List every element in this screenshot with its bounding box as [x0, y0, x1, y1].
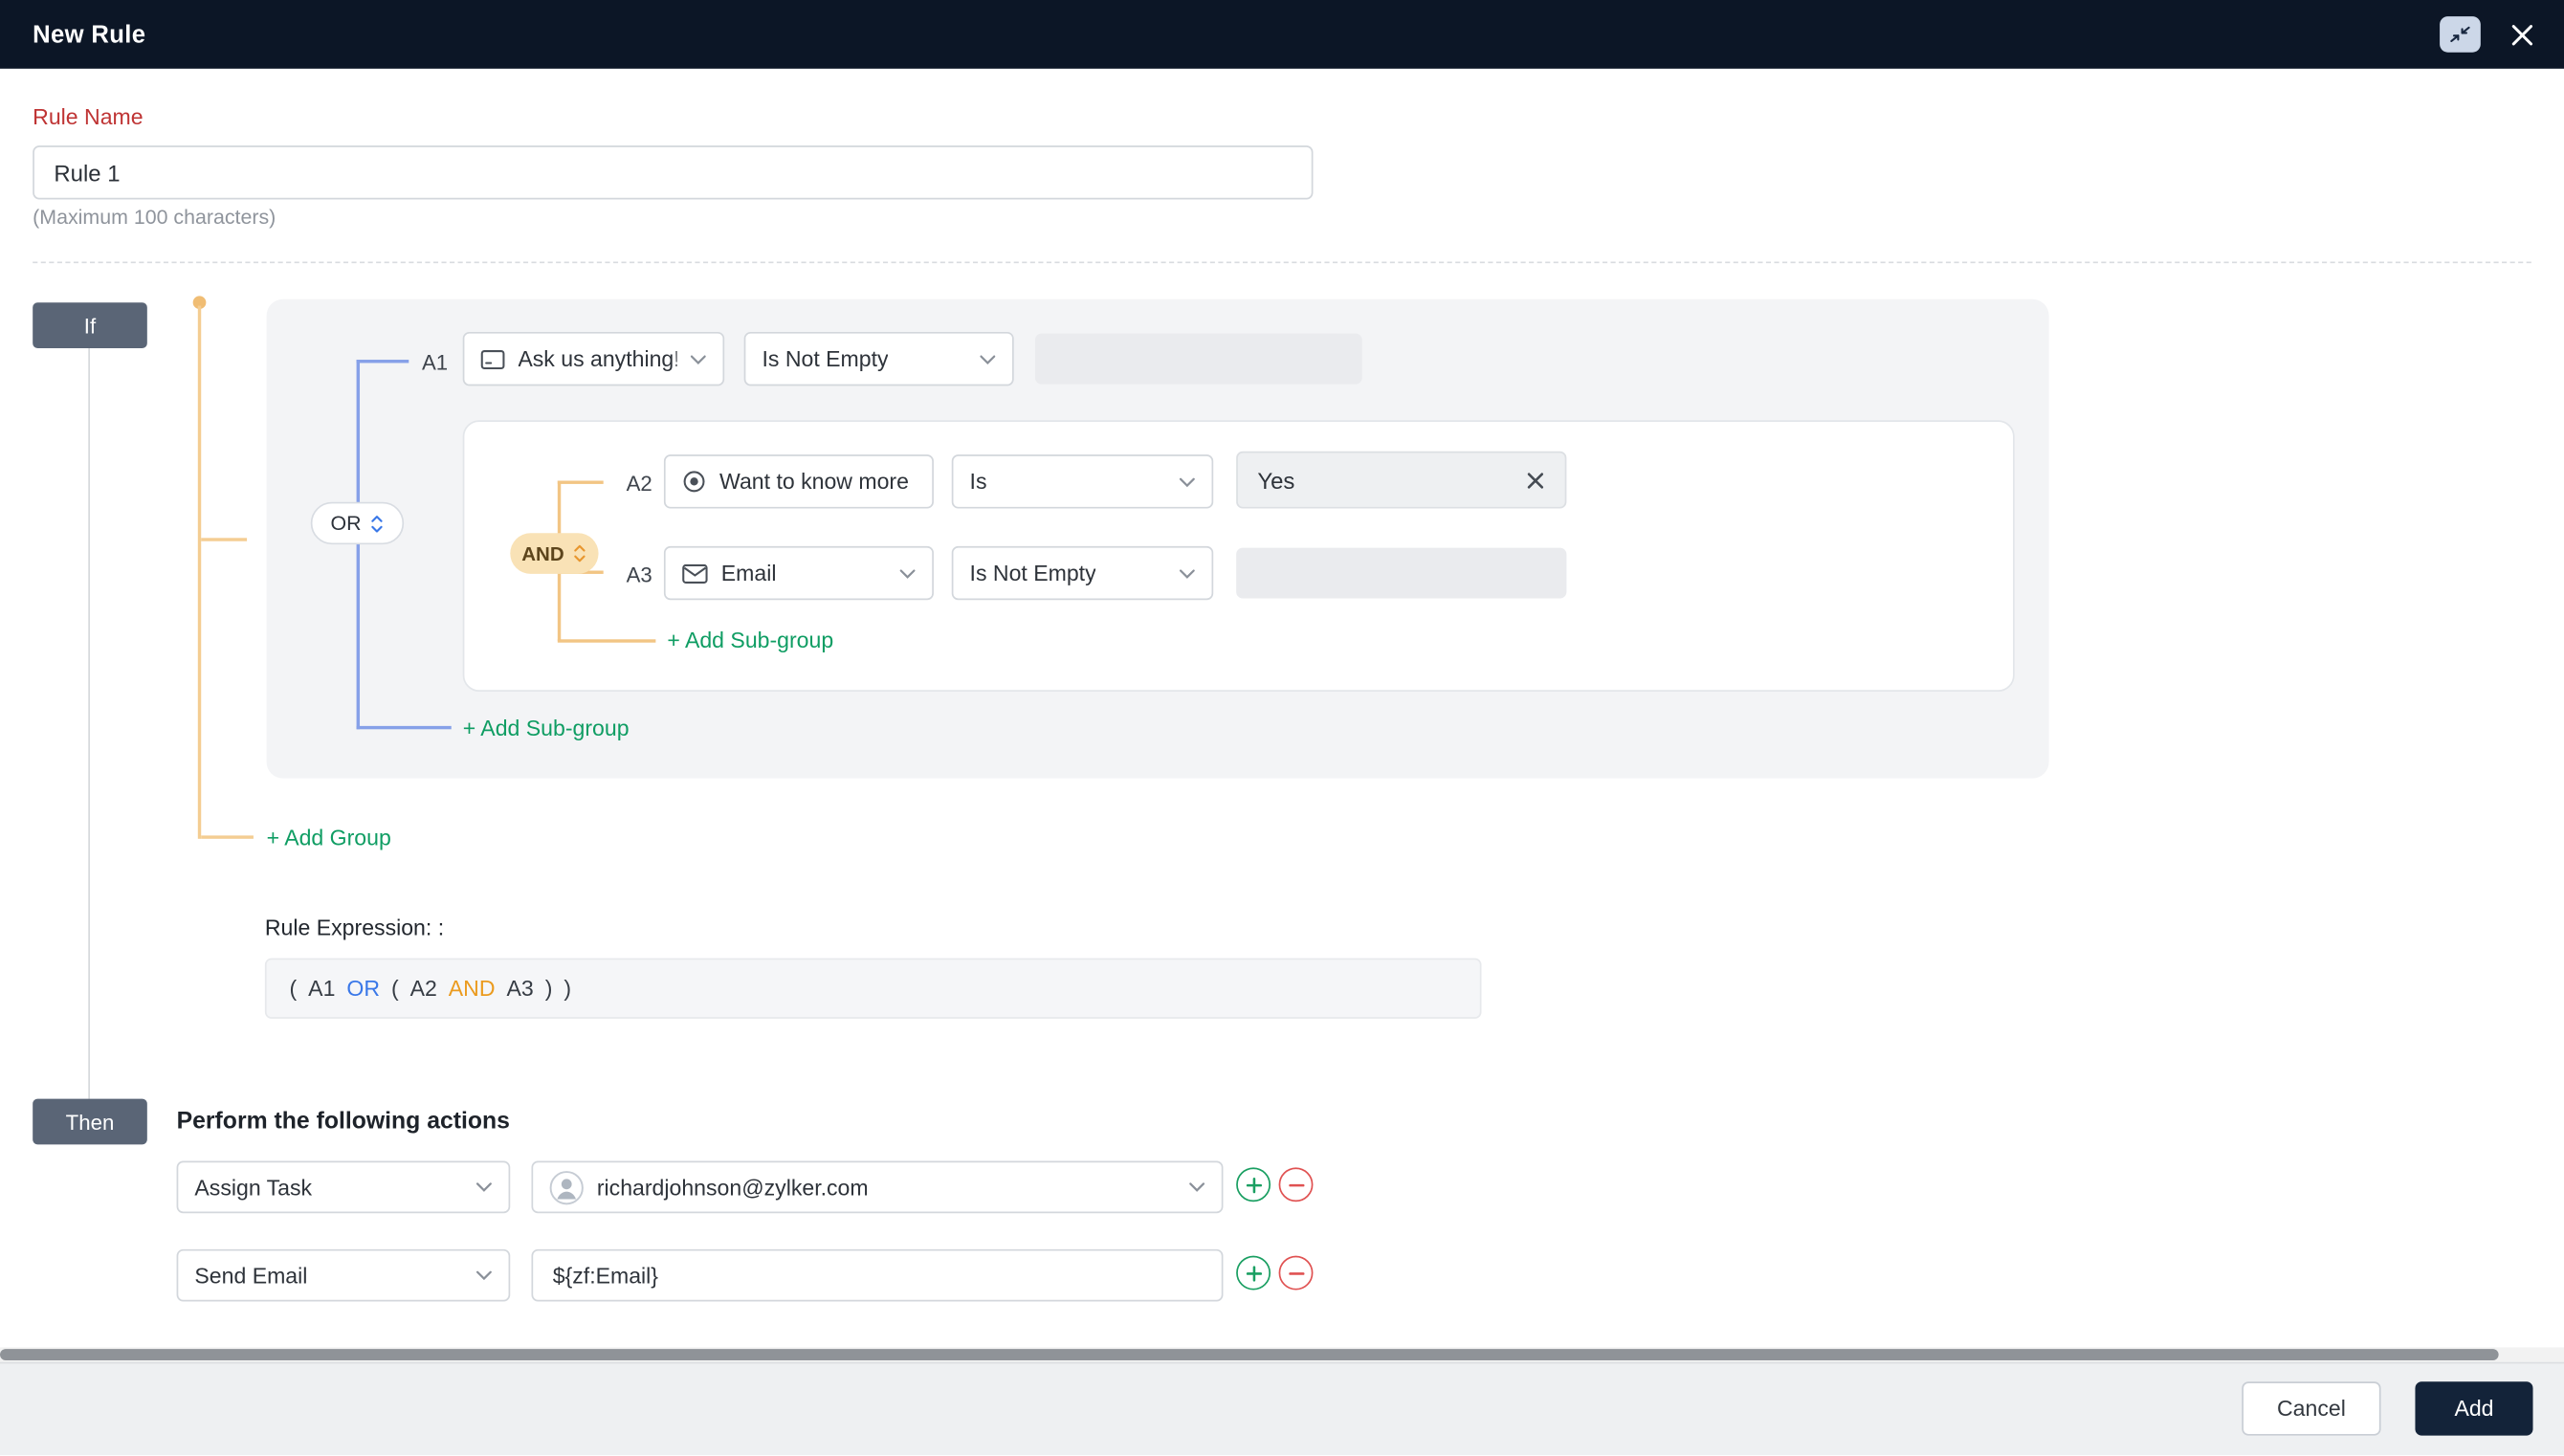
or-operator-toggle[interactable]: OR	[310, 501, 405, 545]
sort-arrows-icon	[371, 515, 383, 532]
action-type-select-1[interactable]: Assign Task	[176, 1160, 511, 1214]
send-email-value-input[interactable]	[531, 1248, 1224, 1302]
expr-token: A3	[506, 976, 534, 1002]
expr-token: (	[289, 976, 298, 1002]
condition-select-a3[interactable]: Is Not Empty	[951, 545, 1214, 601]
rule-name-hint: (Maximum 100 characters)	[33, 206, 276, 230]
expr-token: A1	[308, 976, 336, 1002]
section-divider	[33, 261, 2531, 264]
condition-select-a3-label: Is Not Empty	[969, 561, 1096, 585]
dialog-header-actions	[2440, 16, 2534, 53]
field-select-a1-label: Ask us anything!	[518, 346, 677, 371]
condition-group-panel: A1 Ask us anything! Is Not Empty OR A2 W…	[266, 298, 2049, 779]
chevron-down-icon	[475, 1182, 492, 1192]
group-bracket-line	[197, 305, 202, 839]
condition-select-a1[interactable]: Is Not Empty	[743, 331, 1014, 386]
expr-token: A2	[409, 976, 437, 1002]
chevron-down-icon	[690, 354, 706, 364]
then-badge: Then	[33, 1098, 147, 1145]
add-group-link[interactable]: + Add Group	[267, 826, 391, 850]
or-bracket-stub	[356, 725, 452, 730]
add-action-button[interactable]	[1236, 1167, 1271, 1202]
chevron-down-icon	[899, 568, 916, 579]
field-select-a1[interactable]: Ask us anything!	[462, 331, 725, 386]
field-select-a2[interactable]: Want to know more	[663, 454, 934, 509]
if-then-connector-line	[88, 348, 91, 1099]
sort-arrows-icon	[574, 544, 586, 563]
expr-token: )	[564, 976, 572, 1002]
rule-name-input[interactable]	[33, 145, 1314, 200]
group-bracket-stub	[201, 835, 254, 839]
radio-icon	[683, 471, 705, 493]
assignee-value: richardjohnson@zylker.com	[596, 1175, 869, 1200]
condition-select-a1-label: Is Not Empty	[762, 346, 889, 371]
actions-heading: Perform the following actions	[176, 1108, 510, 1136]
rule-name-label: Rule Name	[33, 104, 144, 130]
rule-expression-label: Rule Expression: :	[264, 916, 445, 940]
add-button[interactable]: Add	[2415, 1381, 2533, 1436]
condition-select-a2-label: Is	[969, 469, 987, 495]
condition-row-id: A1	[421, 349, 449, 375]
avatar-icon	[549, 1170, 584, 1204]
text-field-icon	[480, 349, 505, 369]
minus-icon	[1288, 1271, 1304, 1274]
remove-action-button[interactable]	[1278, 1167, 1314, 1202]
value-input-a3	[1236, 547, 1567, 599]
action-type-2-label: Send Email	[194, 1263, 308, 1288]
expr-token-and: AND	[448, 976, 496, 1002]
if-badge: If	[33, 302, 147, 349]
action-type-select-2[interactable]: Send Email	[176, 1248, 511, 1302]
remove-value-icon	[1527, 472, 1544, 488]
minus-icon	[1288, 1183, 1304, 1186]
close-dialog-button[interactable]	[2510, 22, 2535, 47]
new-rule-dialog: New Rule Rule Name (Maximum 100 characte…	[0, 0, 2564, 1456]
field-select-a3-label: Email	[720, 561, 777, 585]
condition-row-id: A2	[626, 471, 652, 496]
assignee-select[interactable]: richardjohnson@zylker.com	[531, 1160, 1224, 1214]
expr-token-or: OR	[346, 976, 380, 1002]
horizontal-scrollbar-thumb[interactable]	[0, 1349, 2499, 1361]
condition-subgroup-panel: A2 Want to know more Is Yes AND A3 Email…	[462, 420, 2015, 692]
or-bracket-stub	[356, 360, 409, 364]
dialog-footer	[0, 1361, 2564, 1456]
expr-token: )	[544, 976, 553, 1002]
remove-action-button[interactable]	[1278, 1255, 1314, 1291]
action-type-1-label: Assign Task	[194, 1175, 313, 1200]
condition-row-id: A3	[626, 562, 652, 587]
cancel-button[interactable]: Cancel	[2242, 1381, 2381, 1436]
condition-select-a2[interactable]: Is	[951, 454, 1214, 509]
chevron-down-icon	[475, 1270, 492, 1281]
field-select-a2-label: Want to know more	[719, 469, 909, 495]
email-icon	[682, 563, 708, 584]
add-action-button[interactable]	[1236, 1255, 1271, 1291]
plus-icon	[1245, 1177, 1262, 1193]
rule-expression-box: ( A1 OR ( A2 AND A3 ) )	[264, 958, 1482, 1019]
chevron-down-icon	[1179, 476, 1195, 487]
add-subgroup-link-inner[interactable]: + Add Sub-group	[667, 628, 833, 652]
and-operator-toggle[interactable]: AND	[510, 533, 599, 574]
expr-token: (	[390, 976, 399, 1002]
remove-value-button[interactable]	[1526, 470, 1546, 490]
and-bracket-stub	[557, 480, 604, 484]
plus-icon	[1245, 1265, 1262, 1281]
dialog-title: New Rule	[33, 20, 146, 49]
collapse-icon	[2450, 26, 2470, 42]
and-operator-label: AND	[521, 541, 564, 565]
chevron-down-icon	[1189, 1182, 1205, 1192]
value-input-a1	[1034, 333, 1362, 385]
or-operator-label: OR	[330, 511, 362, 535]
add-subgroup-link-outer[interactable]: + Add Sub-group	[463, 717, 630, 741]
chevron-down-icon	[980, 354, 996, 364]
and-bracket-stub	[557, 639, 656, 643]
value-input-a2[interactable]: Yes	[1236, 451, 1567, 509]
close-icon	[2511, 24, 2533, 45]
dialog-header: New Rule	[0, 0, 2564, 69]
value-a2-text: Yes	[1257, 466, 1295, 494]
field-select-a3[interactable]: Email	[663, 545, 934, 601]
group-bracket-stub	[201, 538, 248, 541]
chevron-down-icon	[1179, 568, 1195, 579]
collapse-dialog-button[interactable]	[2440, 16, 2481, 53]
